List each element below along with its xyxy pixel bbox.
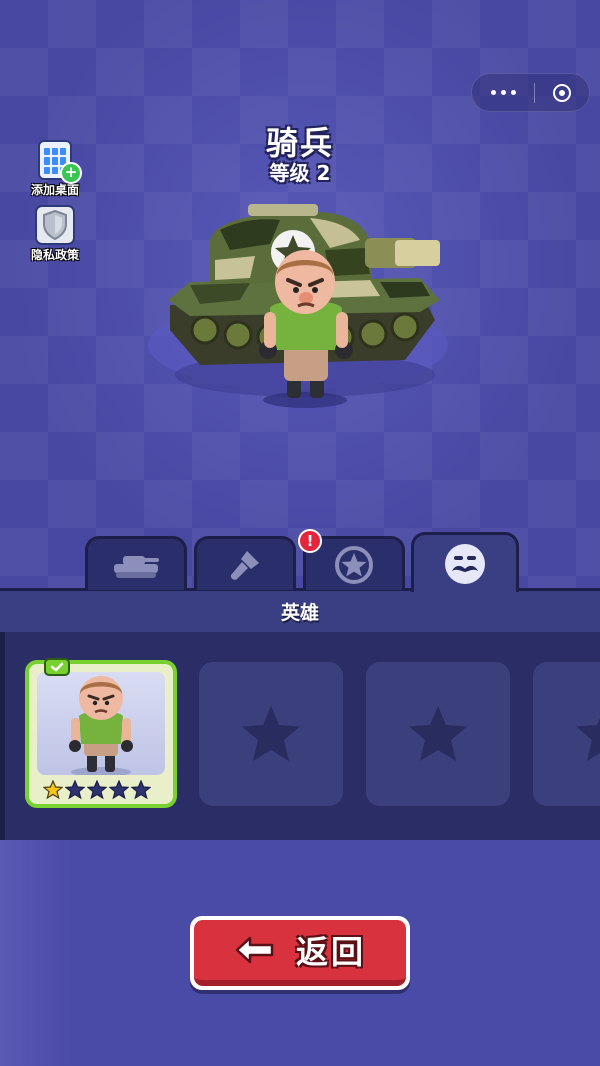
star-icon [242, 706, 300, 761]
hero-card-selected[interactable] [25, 660, 177, 808]
left-arrow-icon [235, 936, 274, 964]
star-empty-icon [131, 780, 151, 800]
hero-level: 等级 2 [269, 161, 331, 185]
alert-badge: ! [298, 529, 322, 553]
hero-portrait [37, 672, 165, 775]
paint-brush-icon [230, 550, 259, 580]
shield-icon [35, 205, 75, 245]
star-icon [576, 717, 600, 761]
more-menu-button[interactable] [472, 74, 534, 111]
tank-icon [114, 555, 159, 578]
tab-hero[interactable] [411, 532, 519, 592]
back-button[interactable]: 返回 [190, 916, 410, 990]
tank-and-hero-model [168, 204, 440, 408]
hero-card-locked[interactable] [366, 662, 510, 806]
mini-program-capsule [471, 73, 590, 112]
star-empty-icon [65, 780, 85, 800]
privacy-policy-button[interactable]: 隐私政策 [22, 205, 88, 263]
tab-tank[interactable] [85, 536, 187, 590]
section-header: 英雄 [0, 588, 600, 632]
tab-paint[interactable] [194, 536, 296, 590]
privacy-policy-label: 隐私政策 [30, 248, 79, 262]
selected-check-icon [44, 658, 70, 676]
star-icon [409, 706, 467, 761]
hero-card-locked[interactable] [199, 662, 343, 806]
star-emblem-icon [335, 545, 373, 584]
hero-card-locked[interactable] [533, 662, 600, 806]
hero-card-list[interactable] [0, 632, 600, 840]
mustache-face-icon [445, 543, 485, 584]
close-mini-program-button[interactable] [535, 74, 589, 111]
star-empty-icon [109, 780, 129, 800]
section-title: 英雄 [280, 602, 319, 624]
star-filled-icon [43, 780, 63, 800]
hero-star-rating [43, 780, 151, 800]
back-button-label: 返回 [295, 933, 366, 971]
star-empty-icon [87, 780, 107, 800]
target-icon [553, 83, 571, 102]
back-button-face: 返回 [194, 920, 406, 986]
